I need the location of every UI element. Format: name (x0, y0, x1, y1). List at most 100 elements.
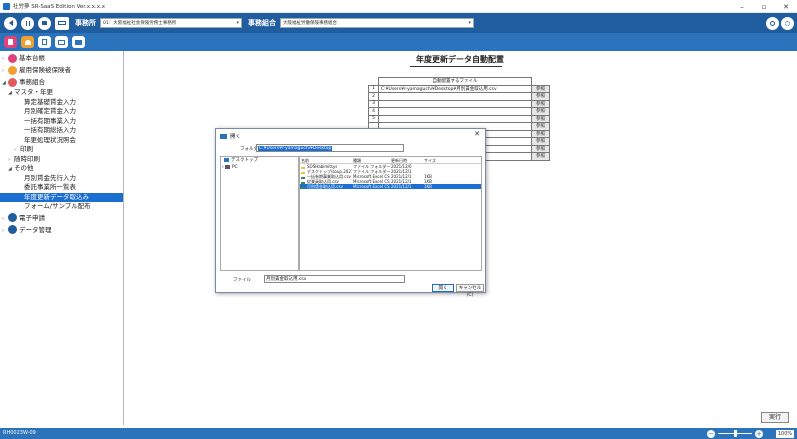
col-name[interactable]: 名前 (300, 157, 352, 163)
sidebar-item[interactable]: 月別賃金先行入力 (0, 174, 123, 184)
folder-tree-label: デスクトップ (231, 158, 258, 163)
file-list-pane[interactable]: 名前 種類 更新日時 サイズ SOSHabimitsys ファイル フォルダー 20… (299, 156, 482, 271)
zoom-slider[interactable] (718, 430, 752, 437)
sidebar-item[interactable]: フォーム/サンプル配布 (0, 202, 123, 212)
expand-arrow-icon[interactable]: › (2, 225, 8, 237)
sidebar-item-label: 一括有期事業入力 (24, 116, 76, 125)
zoom-slider-thumb[interactable] (734, 430, 737, 437)
file-name-cell: 月別賃金取込用.csv (300, 184, 352, 189)
title-underline (410, 66, 502, 67)
user-icon (770, 20, 775, 26)
pause-button[interactable] (21, 16, 34, 30)
sidebar-item[interactable]: › 雇用保険被保険者 (0, 64, 123, 76)
zoom-level[interactable]: 100% (776, 429, 794, 438)
sidebar-item[interactable]: ◢ マスタ・年更 (0, 88, 123, 98)
sidebar-item[interactable]: 委託事業所一覧表 (0, 183, 123, 193)
browse-button[interactable]: 参照 (531, 144, 550, 153)
office-select[interactable]: 01：大阪福祉社会保険労務士事務所 (100, 18, 242, 28)
folder-tree-label: PC (231, 165, 238, 170)
sidebar-item-label: マスタ・年更 (14, 88, 53, 96)
sidebar-item-label: データ管理 (19, 225, 52, 234)
sidebar-item-label: 随時印刷 (14, 154, 40, 163)
browse-button[interactable]: 参照 (531, 114, 550, 123)
category-icon (8, 53, 17, 63)
home-icon (42, 21, 47, 25)
file-row[interactable]: 月別賃金取込用.csv Microsoft Excel CS.. 2021/12/1… (300, 184, 481, 189)
row-number: 1 (368, 84, 379, 93)
browse-button[interactable]: 参照 (531, 129, 550, 138)
pause-icon (25, 20, 30, 26)
back-icon (8, 20, 13, 26)
home-button[interactable] (38, 16, 51, 30)
sidebar-item[interactable]: › 電子申請 (0, 212, 123, 224)
tool-button-5[interactable] (72, 36, 85, 48)
browse-button[interactable]: 参照 (531, 84, 550, 93)
cancel-button[interactable]: キャンセル(C) (456, 284, 484, 298)
user-button[interactable] (766, 16, 779, 30)
sidebar-item[interactable]: › 印刷 (0, 145, 123, 155)
nav-tree: › 基本台帳 › 雇用保険被保険者 ◢ 事務組合 ◢ マスタ・年更 算定基礎賃金入力 月別確定賃金… (0, 51, 123, 236)
sidebar-item-label: 年度更新データ取込み (24, 192, 89, 201)
zoom-in-button[interactable]: + (755, 429, 763, 438)
browse-button[interactable]: 参照 (531, 92, 550, 101)
col-size[interactable]: サイズ (423, 157, 443, 163)
row-file-path[interactable] (378, 114, 532, 123)
row-file-path[interactable]: C:¥Users¥r-yamaguchi¥Desktop¥月別賃金取込用.csv (378, 84, 532, 93)
category-icon (8, 213, 17, 222)
desktop-icon (224, 157, 229, 162)
category-icon (8, 65, 17, 75)
sidebar-item[interactable]: ◢ その他 (0, 164, 123, 174)
minimize-button[interactable]: – (731, 0, 753, 13)
folder-path-input[interactable]: C:¥Users¥r-yamaguchi¥Desktop (256, 144, 404, 152)
zoom-control: − + 100% (704, 429, 794, 438)
maximize-button[interactable]: ▫ (753, 0, 775, 13)
tool-button-1[interactable] (4, 36, 17, 48)
assoc-select[interactable]: 大阪福祉労働保険事務組合 (280, 18, 474, 28)
folder-tree-pane[interactable]: デスクトップ › PC (220, 156, 299, 271)
row-file-path[interactable] (378, 99, 532, 108)
sidebar-item-label: 印刷 (20, 145, 33, 153)
sidebar-item[interactable]: ◢ 事務組合 (0, 76, 123, 88)
sidebar-item[interactable]: 一括有期事業入力 (0, 117, 123, 127)
sidebar-item[interactable]: › データ管理 (0, 224, 123, 236)
back-button[interactable] (4, 16, 17, 30)
close-button[interactable]: ✕ (775, 0, 797, 13)
execute-button[interactable]: 実行 (761, 412, 789, 423)
row-file-path[interactable] (378, 92, 532, 101)
tool-button-4[interactable] (55, 36, 68, 48)
browse-button[interactable]: 参照 (531, 107, 550, 116)
sidebar-item[interactable]: 年度更新データ取込み (0, 192, 123, 202)
table-row: 4 参照 (368, 107, 550, 116)
open-button[interactable]: 開く (432, 284, 454, 292)
zoom-out-button[interactable]: − (707, 429, 715, 438)
keyboard-button[interactable] (55, 16, 69, 30)
sidebar-item[interactable]: 一括有期総括入力 (0, 126, 123, 136)
browse-button[interactable]: 参照 (531, 99, 550, 108)
gear-icon (785, 20, 790, 26)
file-list: SOSHabimitsys ファイル フォルダー 2021/12/0 デスクトップ/s… (300, 164, 481, 189)
col-type[interactable]: 種類 (352, 157, 390, 163)
browse-button[interactable]: 参照 (531, 137, 550, 146)
sidebar-item[interactable]: › 随時印刷 (0, 155, 123, 165)
browse-button[interactable]: 参照 (531, 152, 550, 161)
sidebar-item[interactable]: 算定基礎賃金入力 (0, 98, 123, 108)
chevron-right-icon[interactable]: › (222, 165, 224, 170)
filename-input[interactable]: 月別賃金取込用.csv (264, 275, 405, 283)
sidebar-item-label: 年更処理状況照会 (24, 135, 76, 144)
dialog-titlebar: 開く (220, 132, 241, 140)
ledger-icon (8, 39, 13, 45)
col-date[interactable]: 更新日時 (390, 157, 423, 163)
folder-tree-item[interactable]: › PC (221, 164, 298, 171)
folder-tree-item[interactable]: デスクトップ (221, 157, 298, 164)
sidebar-item[interactable]: 月別確定賃金入力 (0, 107, 123, 117)
sidebar-item[interactable]: 年更処理状況照会 (0, 136, 123, 146)
sidebar-item[interactable]: › 基本台帳 (0, 52, 123, 64)
tool-button-3[interactable] (38, 36, 51, 48)
row-file-path[interactable] (378, 107, 532, 116)
settings-button[interactable] (781, 16, 794, 30)
tool-button-2[interactable] (21, 36, 34, 48)
browse-button[interactable]: 参照 (531, 122, 550, 131)
row-number: 5 (368, 114, 379, 123)
category-icon (8, 225, 17, 234)
dialog-close-button[interactable]: ✕ (474, 130, 480, 138)
